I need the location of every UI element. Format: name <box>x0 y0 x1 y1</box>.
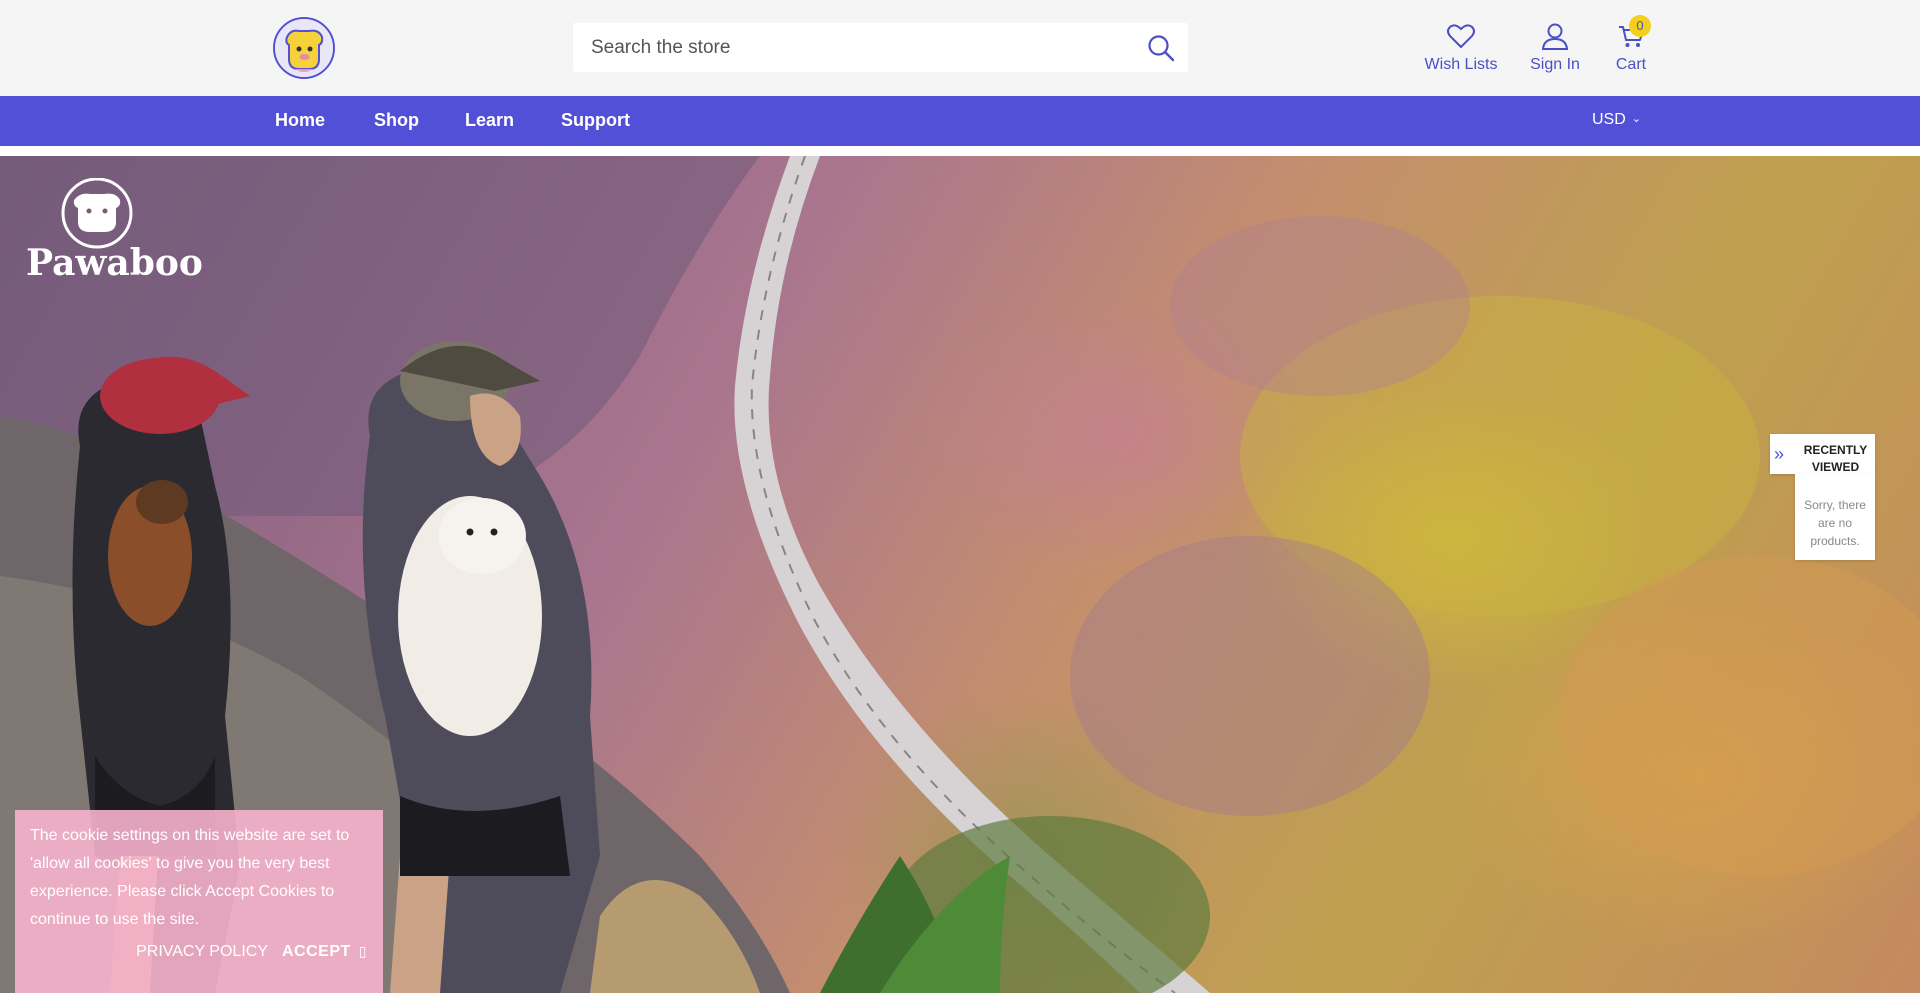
search-icon <box>1148 35 1175 62</box>
recently-viewed-header: » RECENTLY VIEWED <box>1770 434 1875 474</box>
main-navigation: Home Shop Learn Support USD ⌄ <box>0 96 1920 146</box>
cart-label: Cart <box>1615 56 1647 73</box>
wishlist-label: Wish Lists <box>1424 56 1498 73</box>
close-icon: ▯ <box>358 943 367 959</box>
nav-item-learn[interactable]: Learn <box>465 110 514 131</box>
currency-selector[interactable]: USD ⌄ <box>1592 111 1641 129</box>
heart-icon <box>1447 24 1475 49</box>
chevron-down-icon: ⌄ <box>1631 113 1641 125</box>
store-logo[interactable] <box>273 17 335 79</box>
recently-viewed-title-1: RECENTLY <box>1803 443 1868 457</box>
recently-viewed-title-2: VIEWED <box>1811 460 1860 474</box>
search-bar <box>573 23 1188 72</box>
nav-item-shop[interactable]: Shop <box>374 110 419 131</box>
hero-brand-logo: Pawaboo <box>22 177 203 288</box>
search-button[interactable] <box>1146 33 1176 63</box>
cookie-message: The cookie settings on this website are … <box>30 827 350 928</box>
recently-viewed-empty: Sorry, there are no products. <box>1795 474 1875 560</box>
double-chevron-right-icon[interactable]: » <box>1774 444 1796 464</box>
cookie-banner: The cookie settings on this website are … <box>15 810 383 993</box>
signin-label: Sign In <box>1530 56 1580 73</box>
privacy-policy-link[interactable]: PRIVACY POLICY <box>136 943 268 961</box>
site-header: Wish Lists Sign In Cart 0 <box>0 0 1920 96</box>
user-icon <box>1541 23 1569 50</box>
nav-item-support[interactable]: Support <box>561 110 630 131</box>
search-input[interactable] <box>573 23 1188 72</box>
currency-value: USD <box>1592 111 1626 128</box>
nav-item-home[interactable]: Home <box>275 110 325 131</box>
cart-count-badge: 0 <box>1629 15 1651 37</box>
hero-brand-text: Pawaboo <box>26 242 203 284</box>
wishlist-link[interactable]: Wish Lists <box>1424 22 1498 74</box>
accept-cookies-button[interactable]: ACCEPT ▯ <box>282 943 367 961</box>
accept-label: ACCEPT <box>282 943 351 960</box>
dog-logo-icon <box>275 19 333 77</box>
signin-link[interactable]: Sign In <box>1526 22 1584 74</box>
